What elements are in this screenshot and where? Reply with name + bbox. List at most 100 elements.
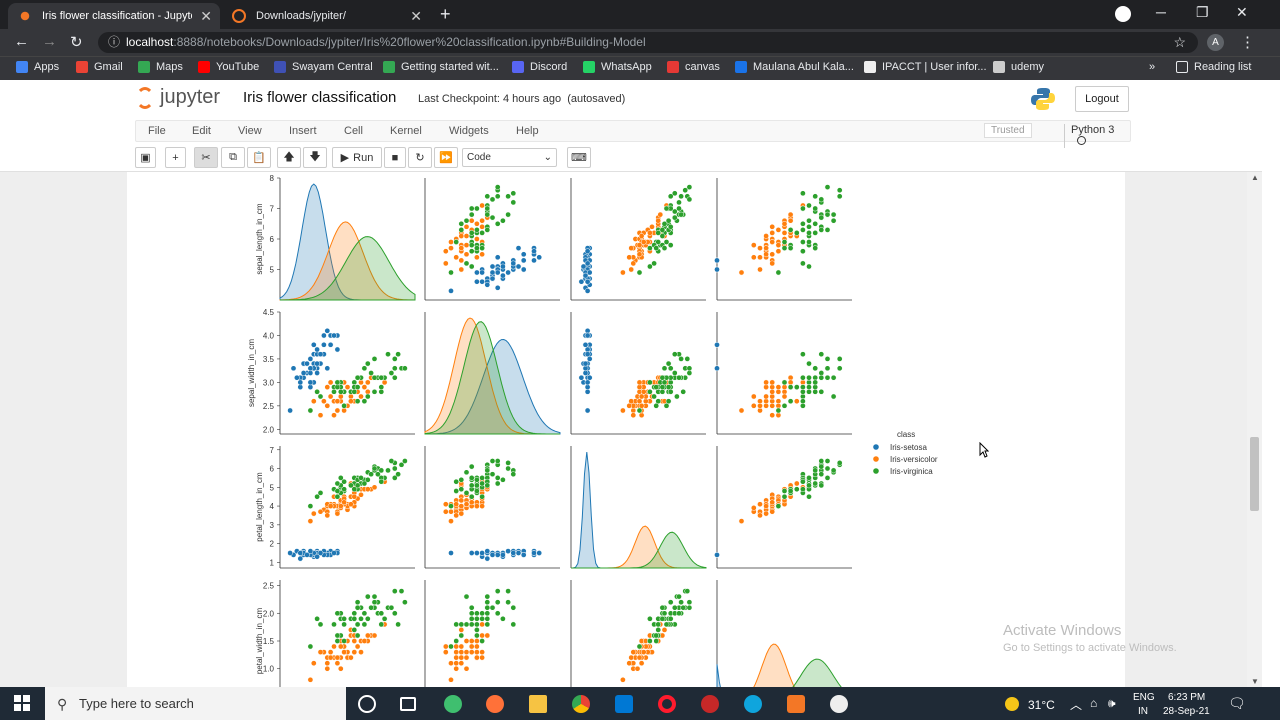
language-bottom[interactable]: IN bbox=[1138, 706, 1148, 717]
scatter-point bbox=[818, 351, 825, 358]
close-icon[interactable]: ✕ bbox=[410, 8, 422, 25]
maximize-button[interactable]: ❐ bbox=[1196, 4, 1209, 21]
menu-file[interactable]: File bbox=[148, 125, 166, 137]
menu-cell[interactable]: Cell bbox=[344, 125, 363, 137]
network-icon[interactable]: ⌂ bbox=[1090, 696, 1097, 710]
scatter-point bbox=[474, 278, 480, 285]
edge-icon[interactable] bbox=[744, 695, 762, 713]
profile-avatar[interactable]: A bbox=[1207, 34, 1224, 51]
menu-widgets[interactable]: Widgets bbox=[449, 125, 489, 137]
scatter-point bbox=[287, 550, 293, 556]
star-icon[interactable]: ☆ bbox=[1173, 32, 1186, 53]
bookmark-youtube[interactable]: YouTube bbox=[198, 61, 259, 73]
scatter-point bbox=[781, 245, 788, 251]
bookmark-apps[interactable]: Apps bbox=[16, 61, 59, 73]
tab-iris-notebook[interactable]: Iris flower classification - Jupyter ✕ bbox=[8, 3, 220, 29]
scatter-point bbox=[793, 486, 800, 493]
jupyter-logo[interactable]: jupyter bbox=[136, 86, 220, 109]
scrollbar-thumb[interactable] bbox=[1250, 437, 1259, 511]
autosave-text: (autosaved) bbox=[567, 93, 626, 105]
close-icon[interactable]: ✕ bbox=[200, 8, 212, 25]
cut-button[interactable]: ✂ bbox=[194, 147, 218, 168]
menu-insert[interactable]: Insert bbox=[289, 125, 317, 137]
weather-icon[interactable] bbox=[1005, 697, 1019, 711]
scatter-point bbox=[321, 332, 327, 339]
notebook-title[interactable]: Iris flower classification bbox=[243, 89, 396, 106]
media-control-icon[interactable] bbox=[1115, 6, 1131, 22]
scatter-point bbox=[453, 654, 460, 661]
clock-date[interactable]: 28-Sep-21 bbox=[1163, 706, 1210, 717]
paste-button[interactable]: 📋 bbox=[247, 147, 271, 168]
scatter-point bbox=[294, 374, 300, 381]
app-icon-white[interactable] bbox=[830, 695, 848, 713]
menu-kernel[interactable]: Kernel bbox=[390, 125, 422, 137]
bookmark-udemy[interactable]: udemy bbox=[993, 61, 1044, 73]
kernel-indicator[interactable]: Python 3 bbox=[1064, 124, 1130, 148]
bookmark-maps[interactable]: Maps bbox=[138, 61, 183, 73]
back-button[interactable]: ← bbox=[14, 33, 29, 50]
bookmark-getting-started[interactable]: Getting started wit... bbox=[383, 61, 499, 73]
language-top[interactable]: ENG bbox=[1133, 692, 1155, 703]
menu-icon[interactable]: ⋮ bbox=[1240, 33, 1255, 51]
trusted-indicator[interactable]: Trusted bbox=[984, 123, 1032, 138]
bookmark-discord[interactable]: Discord bbox=[512, 61, 567, 73]
reading-list-button[interactable]: Reading list bbox=[1176, 61, 1251, 73]
scatter-point bbox=[489, 552, 496, 558]
run-button[interactable]: ▶ Run bbox=[332, 147, 382, 168]
opera-icon[interactable] bbox=[658, 695, 676, 713]
menu-edit[interactable]: Edit bbox=[192, 125, 211, 137]
address-bar[interactable]: ⓘ localhost:8888/notebooks/Downloads/jyp… bbox=[98, 32, 1198, 53]
taskbar-search[interactable]: ⚲ Type here to search bbox=[45, 687, 346, 720]
scroll-down-icon[interactable]: ▼ bbox=[1251, 677, 1259, 686]
scatter-point bbox=[290, 365, 297, 372]
minimize-button[interactable]: ─ bbox=[1156, 4, 1166, 20]
bookmark-label: Apps bbox=[34, 61, 60, 73]
restart-button[interactable]: ↻ bbox=[408, 147, 432, 168]
tab-downloads[interactable]: Downloads/jypiter/ ✕ bbox=[222, 3, 430, 29]
volume-icon[interactable]: 🕪 bbox=[1108, 696, 1116, 711]
cell-type-select[interactable]: Code ⌄ bbox=[462, 148, 557, 167]
menu-help[interactable]: Help bbox=[516, 125, 539, 137]
restart-run-all-button[interactable]: ⏩ bbox=[434, 147, 458, 168]
jupyter-taskbar-icon[interactable] bbox=[787, 695, 805, 713]
firefox-icon[interactable] bbox=[486, 695, 504, 713]
windows-start-icon[interactable] bbox=[14, 695, 30, 711]
move-down-button[interactable]: 🡇 bbox=[303, 147, 327, 168]
bookmarks-overflow-button[interactable]: » bbox=[1149, 61, 1155, 73]
logout-button[interactable]: Logout bbox=[1075, 86, 1129, 112]
scroll-up-icon[interactable]: ▲ bbox=[1251, 173, 1259, 182]
bookmark-ipacct[interactable]: IPACCT | User infor... bbox=[864, 61, 987, 73]
notebook-scrollbar[interactable]: ▲ ▼ bbox=[1247, 172, 1262, 687]
vscode-icon[interactable] bbox=[615, 695, 633, 713]
notification-icon[interactable]: 🗨 bbox=[1228, 695, 1246, 712]
app-icon-green[interactable] bbox=[444, 695, 462, 713]
bookmark-gmail[interactable]: Gmail bbox=[76, 61, 123, 73]
move-up-button[interactable]: 🡅 bbox=[277, 147, 301, 168]
new-tab-button[interactable]: + bbox=[440, 4, 451, 25]
app-icon-red[interactable] bbox=[701, 695, 719, 713]
task-view-icon[interactable] bbox=[400, 697, 416, 711]
file-explorer-icon[interactable] bbox=[529, 695, 547, 713]
tray-chevron-up-icon[interactable]: ︿ bbox=[1070, 696, 1082, 713]
bookmark-swayam[interactable]: Swayam Central bbox=[274, 61, 373, 73]
scatter-point bbox=[468, 621, 475, 628]
bookmark-whatsapp[interactable]: WhatsApp bbox=[583, 61, 652, 73]
scatter-point bbox=[663, 621, 670, 628]
window-close-button[interactable]: ✕ bbox=[1236, 4, 1248, 21]
save-button[interactable]: ▣ bbox=[135, 147, 156, 168]
scatter-point bbox=[484, 621, 491, 628]
weather-temp[interactable]: 31°C bbox=[1028, 698, 1055, 712]
bookmark-maulana[interactable]: Maulana Abul Kala... bbox=[735, 61, 854, 73]
forward-button[interactable]: → bbox=[42, 33, 57, 50]
menu-view[interactable]: View bbox=[238, 125, 262, 137]
copy-button[interactable]: ⧉ bbox=[221, 147, 245, 168]
reload-button[interactable]: ↻ bbox=[70, 33, 83, 51]
clock-time[interactable]: 6:23 PM bbox=[1168, 692, 1205, 703]
scatter-point bbox=[371, 599, 378, 606]
cortana-icon[interactable] bbox=[358, 695, 376, 713]
insert-cell-button[interactable]: + bbox=[165, 147, 186, 168]
interrupt-button[interactable]: ■ bbox=[384, 147, 406, 168]
chrome-icon[interactable] bbox=[572, 695, 590, 713]
bookmark-canvas[interactable]: canvas bbox=[667, 61, 720, 73]
command-palette-button[interactable]: ⌨ bbox=[567, 147, 591, 168]
